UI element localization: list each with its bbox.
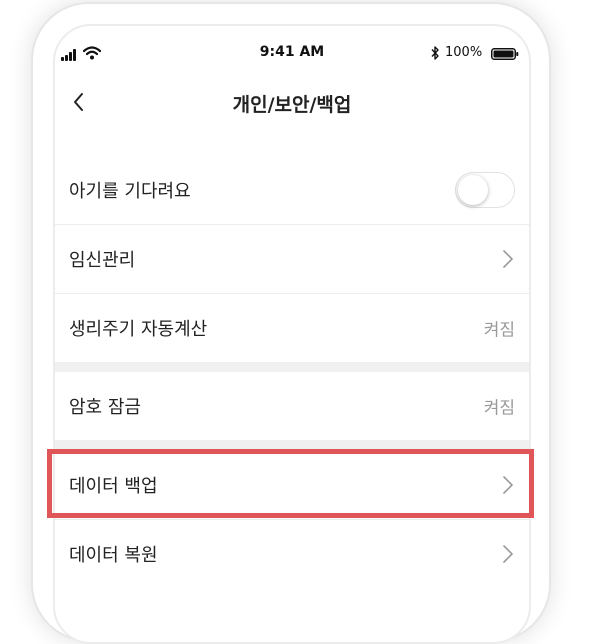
- setting-row-pregnancy-management[interactable]: 임신관리: [55, 225, 529, 293]
- setting-row-auto-period-calc[interactable]: 생리주기 자동계산 켜짐: [55, 294, 529, 362]
- setting-value: 켜짐: [483, 398, 515, 419]
- setting-label: 데이터 백업: [69, 476, 158, 497]
- setting-row-baby-expecting: 아기를 기다려요: [55, 156, 529, 224]
- bluetooth-icon: [431, 46, 439, 60]
- setting-row-data-backup[interactable]: 데이터 백업: [55, 451, 529, 519]
- setting-label: 아기를 기다려요: [69, 181, 191, 202]
- setting-row-passcode-lock[interactable]: 암호 잠금 켜짐: [55, 372, 529, 440]
- setting-label: 생리주기 자동계산: [69, 319, 208, 340]
- setting-label: 암호 잠금: [69, 397, 141, 418]
- battery-icon: [491, 48, 519, 60]
- baby-expecting-toggle[interactable]: [455, 172, 515, 208]
- toggle-knob: [458, 175, 488, 205]
- setting-row-data-restore[interactable]: 데이터 복원: [55, 520, 529, 588]
- chevron-right-icon: [503, 545, 513, 563]
- status-bar: 9:41 AM 100%: [55, 26, 529, 78]
- setting-label: 데이터 복원: [69, 545, 158, 566]
- section-gap: [55, 440, 529, 450]
- battery-percent: 100%: [445, 45, 483, 60]
- phone-screen: 9:41 AM 100% 개인/보안/백업 아기를 기다려요 임신관리 생리주기…: [53, 24, 531, 644]
- nav-bar: 개인/보안/백업: [55, 82, 529, 126]
- section-gap: [55, 362, 529, 372]
- setting-label: 임신관리: [69, 250, 136, 271]
- chevron-right-icon: [503, 250, 513, 268]
- setting-value: 켜짐: [483, 320, 515, 341]
- chevron-right-icon: [503, 476, 513, 494]
- page-title: 개인/보안/백업: [232, 94, 352, 116]
